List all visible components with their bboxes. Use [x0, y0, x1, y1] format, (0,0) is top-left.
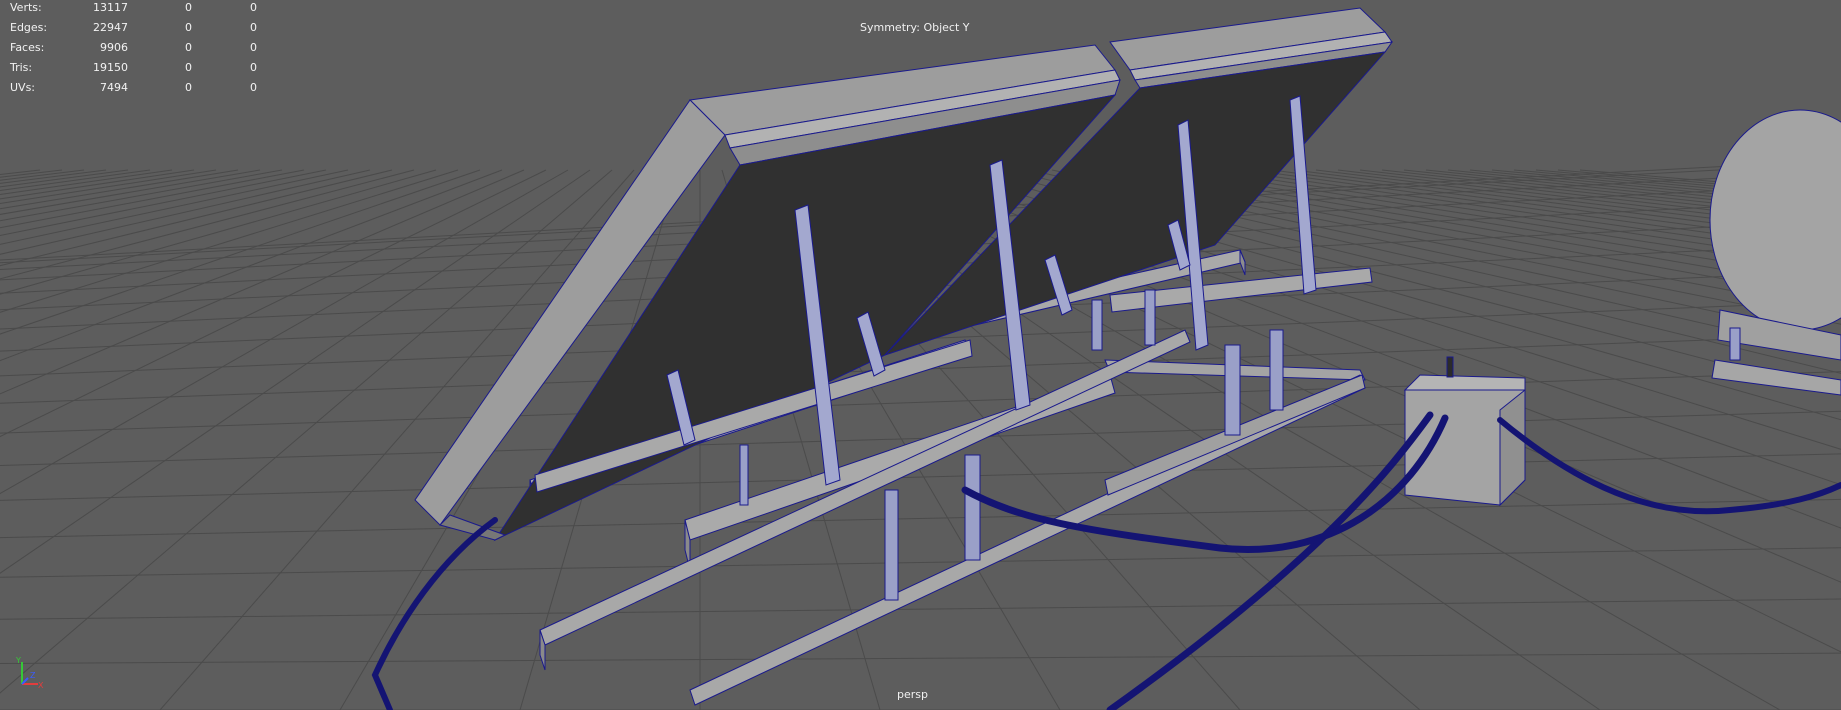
camera-name-label: persp: [897, 688, 928, 701]
scene-3d-view[interactable]: [0, 0, 1841, 710]
axis-gizmo-icon: Y X Z: [15, 656, 44, 690]
hud-value: 0: [185, 1, 192, 14]
hud-value: 0: [250, 81, 257, 94]
hud-label: Edges:: [10, 21, 48, 34]
hud-value: 0: [185, 21, 192, 34]
hud-label: Tris:: [10, 61, 33, 74]
hud-value: 7494: [100, 81, 128, 94]
solar-panel-array: [414, 7, 1394, 706]
hud-value: 0: [250, 1, 257, 14]
hud-value: 0: [185, 81, 192, 94]
hud-value: 0: [250, 61, 257, 74]
axis-y-label: Y: [15, 656, 21, 665]
symmetry-indicator: Symmetry: Object Y: [860, 21, 970, 34]
axis-x-label: X: [38, 681, 44, 690]
hud-value: 0: [185, 41, 192, 54]
junction-box: [1403, 356, 1526, 507]
perspective-viewport[interactable]: Verts: 13117 0 0 Edges: 22947 0 0 Faces: 9906 0 0 Tr…: [0, 0, 1841, 710]
hud-value: 19150: [93, 61, 128, 74]
hud-value: 0: [250, 41, 257, 54]
hud-label: Verts:: [10, 1, 42, 14]
satellite-dish-object: [1709, 109, 1841, 396]
hud-value: 13117: [93, 1, 128, 14]
hud-label: Faces:: [10, 41, 45, 54]
hud-value: 0: [185, 61, 192, 74]
hud-value: 9906: [100, 41, 128, 54]
hud-value: 0: [250, 21, 257, 34]
hud-value: 22947: [93, 21, 128, 34]
axis-z-label: Z: [30, 671, 36, 680]
hud-label: UVs:: [10, 81, 36, 94]
